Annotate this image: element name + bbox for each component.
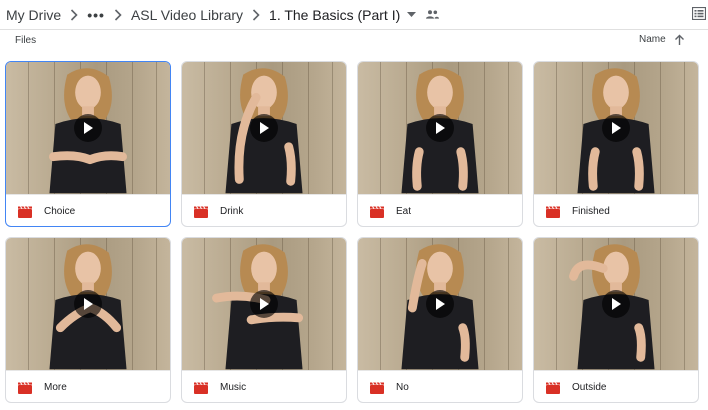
file-name: Choice	[44, 206, 76, 217]
video-thumbnail	[534, 62, 698, 194]
list-view-icon[interactable]	[691, 6, 707, 25]
play-icon[interactable]	[602, 114, 630, 142]
play-icon[interactable]	[426, 114, 454, 142]
files-section-label: Files	[15, 35, 37, 46]
arrow-up-icon[interactable]	[674, 33, 685, 51]
video-clapper-icon	[194, 381, 208, 394]
file-name: Finished	[572, 206, 610, 217]
file-caption[interactable]: No	[358, 370, 522, 402]
play-icon[interactable]	[602, 290, 630, 318]
file-caption[interactable]: Music	[182, 370, 346, 402]
video-thumbnail	[182, 238, 346, 370]
video-thumbnail	[6, 238, 170, 370]
video-clapper-icon	[18, 205, 32, 218]
breadcrumb: My Drive ••• ASL Video Library 1. The Ba…	[0, 0, 708, 30]
file-name: No	[396, 382, 409, 393]
files-header: Files Name	[0, 30, 708, 52]
chevron-right-icon	[70, 8, 78, 21]
video-clapper-icon	[18, 381, 32, 394]
file-card[interactable]: Music	[181, 237, 347, 403]
video-thumbnail	[6, 62, 170, 194]
video-clapper-icon	[194, 205, 208, 218]
sort-by-name-button[interactable]: Name	[639, 34, 666, 45]
file-card[interactable]: Drink	[181, 61, 347, 227]
breadcrumb-my-drive[interactable]: My Drive	[6, 7, 61, 23]
chevron-right-icon	[252, 8, 260, 21]
file-card[interactable]: More	[5, 237, 171, 403]
file-caption[interactable]: Eat	[358, 194, 522, 226]
video-thumbnail	[534, 238, 698, 370]
file-caption[interactable]: Drink	[182, 194, 346, 226]
file-card[interactable]: Outside	[533, 237, 699, 403]
breadcrumb-asl-video-library[interactable]: ASL Video Library	[131, 7, 243, 23]
file-card[interactable]: Choice	[5, 61, 171, 227]
video-thumbnail	[358, 62, 522, 194]
caret-down-icon[interactable]	[407, 11, 417, 18]
breadcrumb-current-folder[interactable]: 1. The Basics (Part I)	[269, 7, 400, 23]
video-clapper-icon	[546, 381, 560, 394]
play-icon[interactable]	[250, 114, 278, 142]
video-thumbnail	[358, 238, 522, 370]
video-clapper-icon	[546, 205, 560, 218]
file-card[interactable]: Eat	[357, 61, 523, 227]
play-icon[interactable]	[250, 290, 278, 318]
file-caption[interactable]: Finished	[534, 194, 698, 226]
file-caption[interactable]: Choice	[6, 194, 170, 226]
file-caption[interactable]: Outside	[534, 370, 698, 402]
video-thumbnail	[182, 62, 346, 194]
file-caption[interactable]: More	[6, 370, 170, 402]
more-path-icon[interactable]: •••	[87, 7, 105, 23]
play-icon[interactable]	[74, 290, 102, 318]
chevron-right-icon	[114, 8, 122, 21]
video-clapper-icon	[370, 381, 384, 394]
file-name: More	[44, 382, 67, 393]
file-name: Music	[220, 382, 247, 393]
file-name: Outside	[572, 382, 607, 393]
shared-folder-icon	[426, 10, 440, 19]
play-icon[interactable]	[426, 290, 454, 318]
file-card[interactable]: Finished	[533, 61, 699, 227]
file-name: Eat	[396, 206, 412, 217]
file-name: Drink	[220, 206, 244, 217]
play-icon[interactable]	[74, 114, 102, 142]
video-clapper-icon	[370, 205, 384, 218]
file-card[interactable]: No	[357, 237, 523, 403]
